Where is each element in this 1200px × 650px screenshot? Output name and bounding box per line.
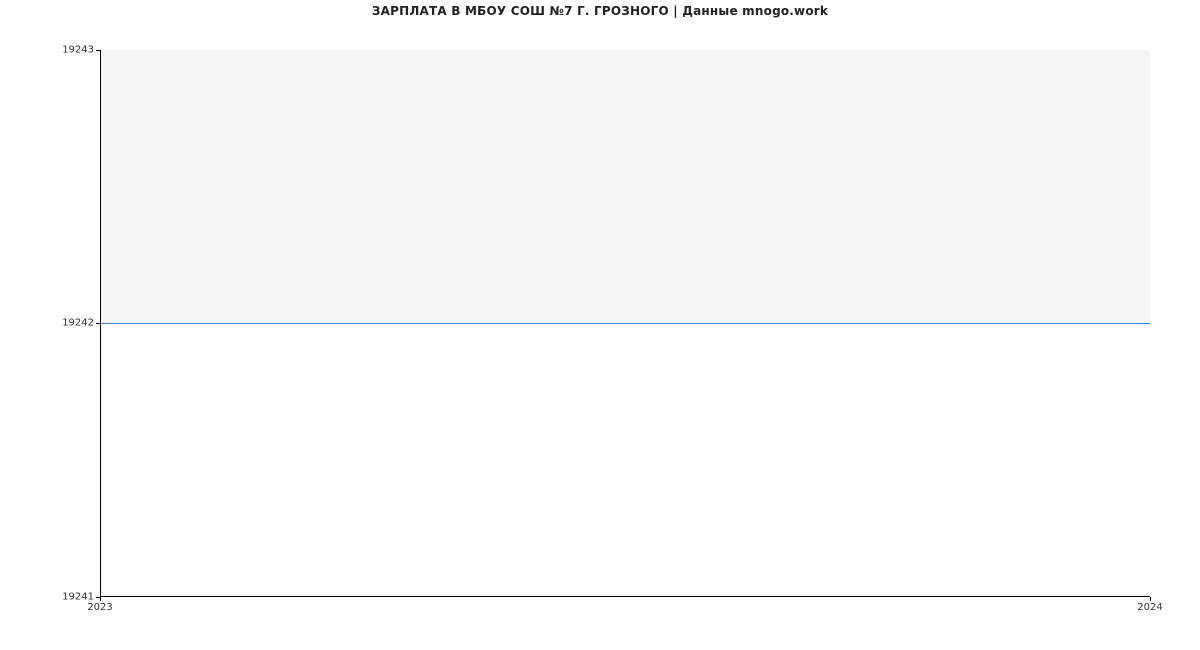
x-tick-label: 2023 — [87, 602, 112, 613]
x-tick-mark — [1150, 597, 1151, 601]
plot-area — [100, 50, 1150, 597]
y-tick-label: 19241 — [34, 592, 94, 603]
x-tick-mark — [100, 597, 101, 601]
area-fill — [101, 50, 1150, 323]
y-tick-label: 19243 — [34, 45, 94, 56]
line-series — [101, 323, 1150, 324]
chart-title: ЗАРПЛАТА В МБОУ СОШ №7 Г. ГРОЗНОГО | Дан… — [0, 4, 1200, 18]
y-tick-label: 19242 — [34, 318, 94, 329]
salary-chart: ЗАРПЛАТА В МБОУ СОШ №7 Г. ГРОЗНОГО | Дан… — [0, 0, 1200, 650]
x-tick-label: 2024 — [1137, 602, 1162, 613]
